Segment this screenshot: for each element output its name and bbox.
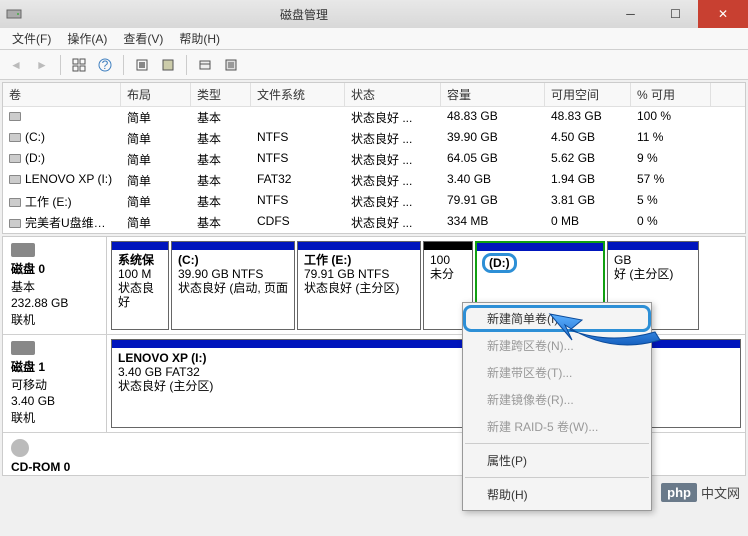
svg-text:?: ? [102,58,109,72]
col-layout[interactable]: 布局 [121,83,191,106]
volume-list[interactable]: 卷 布局 类型 文件系统 状态 容量 可用空间 % 可用 简单基本状态良好 ..… [2,82,746,234]
volume-icon [9,219,21,228]
properties-icon[interactable] [156,53,180,77]
disk-type: 可移动 [11,376,98,393]
menu-help[interactable]: 帮助(H) [171,28,228,49]
partition-c[interactable]: (C:)39.90 GB NTFS状态良好 (启动, 页面 [171,241,295,330]
titlebar: 磁盘管理 ─ ☐ ✕ [0,0,748,28]
partition-primary-indicator [172,242,294,250]
col-pct[interactable]: % 可用 [631,83,711,106]
cdrom-icon [11,439,29,457]
maximize-button[interactable]: ☐ [653,0,698,28]
volume-icon [9,112,21,121]
menu-view[interactable]: 查看(V) [115,28,171,49]
volume-row[interactable]: 系统保留简单基本NTFS状态良好 ...100 MB61 MB61 % [3,233,745,234]
disk-state: 联机 [11,311,98,328]
partition-unalloc-indicator [424,242,472,250]
disk-info-cd[interactable]: CD-ROM 0 DVD (F:) 无媒体 [3,433,107,476]
disk-info-0[interactable]: 磁盘 0 基本 232.88 GB 联机 [3,237,107,334]
volume-row[interactable]: 完美者U盘维护系...简单基本CDFS状态良好 ...334 MB0 MB0 % [3,212,745,233]
disk-name: 磁盘 0 [11,260,98,277]
disk-size: 3.40 GB [11,394,98,408]
col-type[interactable]: 类型 [191,83,251,106]
disk-sub: DVD (F:) [11,475,99,476]
partition-e[interactable]: 工作 (E:)79.91 GB NTFS状态良好 (主分区) [297,241,421,330]
disk-icon [11,341,35,355]
disk-info-1[interactable]: 磁盘 1 可移动 3.40 GB 联机 [3,335,107,432]
menu-file[interactable]: 文件(F) [4,28,59,49]
partition-primary-indicator [477,243,603,251]
disk-size: 232.88 GB [11,296,98,310]
context-menu: 新建简单卷(I)... 新建跨区卷(N)... 新建带区卷(T)... 新建镜像… [462,302,652,511]
menu-separator [465,443,649,444]
disk-type: 基本 [11,278,98,295]
menubar: 文件(F) 操作(A) 查看(V) 帮助(H) [0,28,748,50]
partition-primary-indicator [608,242,698,250]
separator [60,55,61,75]
partition-d-label: (D:) [483,254,516,272]
volume-row[interactable]: (D:)简单基本NTFS状态良好 ...64.05 GB5.62 GB9 % [3,149,745,170]
col-cap[interactable]: 容量 [441,83,545,106]
partition-primary-indicator [298,242,420,250]
volume-row[interactable]: (C:)简单基本NTFS状态良好 ...39.90 GB4.50 GB11 % [3,128,745,149]
menu-separator [465,477,649,478]
view-icon[interactable] [67,53,91,77]
col-status[interactable]: 状态 [345,83,441,106]
volume-row[interactable]: 简单基本状态良好 ...48.83 GB48.83 GB100 % [3,107,745,128]
separator [186,55,187,75]
separator [123,55,124,75]
volume-header: 卷 布局 类型 文件系统 状态 容量 可用空间 % 可用 [3,83,745,107]
col-fs[interactable]: 文件系统 [251,83,345,106]
watermark: php 中文网 [661,483,740,502]
disk-name: 磁盘 1 [11,358,98,375]
col-free[interactable]: 可用空间 [545,83,631,106]
disk-icon [11,243,35,257]
col-volume[interactable]: 卷 [3,83,121,106]
partition-primary-indicator [112,242,168,250]
refresh-icon[interactable] [130,53,154,77]
watermark-badge: php [661,483,697,502]
menu-new-spanned-volume: 新建跨区卷(N)... [463,332,651,359]
volume-row[interactable]: LENOVO XP (I:)简单基本FAT32状态良好 ...3.40 GB1.… [3,170,745,191]
back-button[interactable]: ◄ [4,53,28,77]
menu-new-striped-volume: 新建带区卷(T)... [463,359,651,386]
volume-icon [9,198,21,207]
toolbar: ◄ ► ? [0,50,748,80]
volume-icon [9,154,21,163]
volume-icon [9,133,21,142]
disk-mgmt-icon [6,6,22,22]
disk-state: 联机 [11,409,98,426]
volume-icon [9,175,21,184]
minimize-button[interactable]: ─ [608,0,653,28]
settings-icon[interactable] [219,53,243,77]
partition-sysres[interactable]: 系统保100 M状态良好 [111,241,169,330]
menu-new-simple-volume[interactable]: 新建简单卷(I)... [463,305,651,332]
watermark-text: 中文网 [701,483,740,502]
menu-new-raid5-volume: 新建 RAID-5 卷(W)... [463,413,651,440]
volume-row[interactable]: 工作 (E:)简单基本NTFS状态良好 ...79.91 GB3.81 GB5 … [3,191,745,212]
disk-name: CD-ROM 0 [11,460,99,474]
menu-action[interactable]: 操作(A) [59,28,115,49]
menu-new-mirrored-volume: 新建镜像卷(R)... [463,386,651,413]
menu-help[interactable]: 帮助(H) [463,481,651,508]
action-icon[interactable] [193,53,217,77]
help-icon[interactable]: ? [93,53,117,77]
menu-properties[interactable]: 属性(P) [463,447,651,474]
forward-button[interactable]: ► [30,53,54,77]
window-title: 磁盘管理 [0,6,608,23]
close-button[interactable]: ✕ [698,0,748,28]
